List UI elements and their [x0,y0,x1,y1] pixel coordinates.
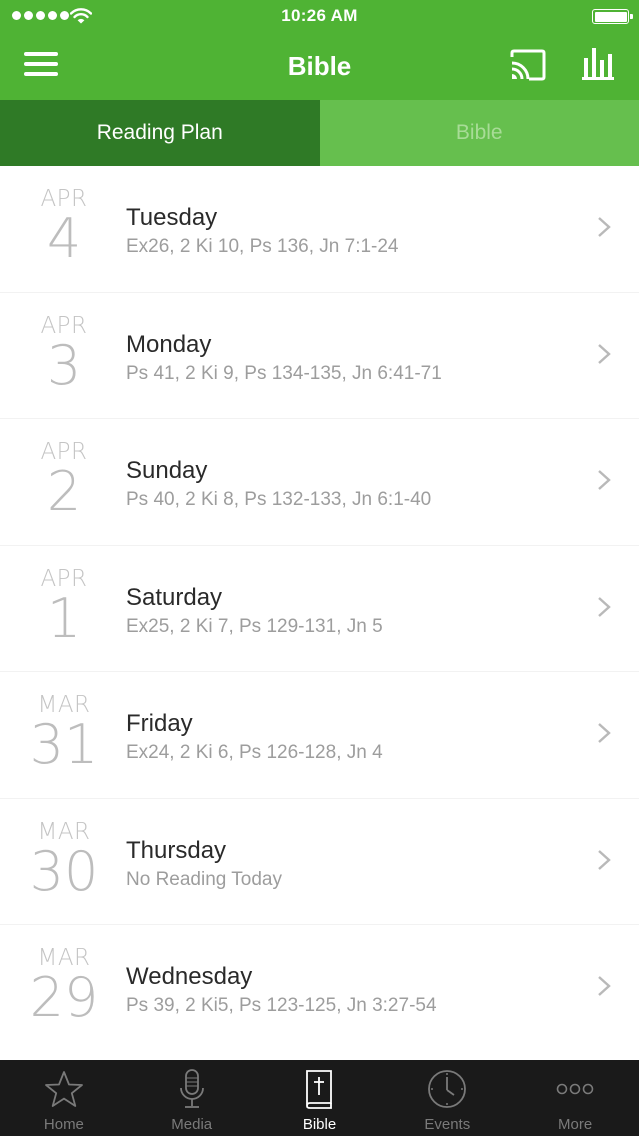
tabbar-media[interactable]: Media [128,1060,256,1136]
date-day: 3 [46,333,82,397]
date-block: APR 1 [24,566,104,646]
navigation-bar: Bible [0,34,639,100]
weekday-label: Friday [126,710,193,737]
readings-text: Ps 39, 2 Ki5, Ps 123-125, Jn 3:27-54 [126,995,437,1016]
readings-text: No Reading Today [126,868,282,890]
reading-plan-list: APR 4 Tuesday Ex26, 2 Ki 10, Ps 136, Jn … [0,166,639,1052]
date-day: 2 [46,460,82,523]
tabbar-label: Media [171,1116,213,1133]
more-icon [556,1083,594,1095]
tabbar-home[interactable]: Home [0,1060,128,1136]
date-day: 1 [46,586,82,650]
weekday-label: Sunday [126,457,208,484]
date-block: APR 3 [24,313,104,393]
date-block: MAR 30 [24,819,104,899]
bar-chart-icon[interactable] [581,46,615,82]
tabbar-more[interactable]: More [511,1060,639,1136]
chevron-right-icon [598,217,611,237]
date-block: APR 2 [24,439,104,519]
bible-icon [306,1070,333,1109]
readings-text: Ps 40, 2 Ki 8, Ps 132-133, Jn 6:1-40 [126,489,432,510]
bottom-tab-bar: Home Media Bible Events More [0,1060,639,1136]
cast-icon[interactable] [508,48,548,82]
star-icon [44,1071,83,1107]
weekday-label: Wednesday [126,963,253,990]
status-time: 10:26 AM [281,6,358,25]
chevron-right-icon [598,596,611,617]
readings-text: Ex25, 2 Ki 7, Ps 129-131, Jn 5 [126,615,383,637]
reading-plan-row[interactable]: MAR 29 Wednesday Ps 39, 2 Ki5, Ps 123-12… [0,925,639,1052]
reading-plan-row[interactable]: APR 1 Saturday Ex25, 2 Ki 7, Ps 129-131,… [0,545,639,672]
chevron-right-icon [598,723,611,743]
tabbar-label: More [557,1116,593,1133]
reading-plan-row[interactable]: APR 4 Tuesday Ex26, 2 Ki 10, Ps 136, Jn … [0,166,639,293]
tabbar-bible[interactable]: Bible [256,1060,384,1136]
date-day: 29 [29,966,99,1029]
app-header: 10:26 AM Bible [0,0,639,100]
tabbar-label: Events [424,1116,471,1133]
weekday-label: Tuesday [126,204,218,231]
date-block: MAR 31 [24,692,104,772]
reading-plan-row[interactable]: APR 2 Sunday Ps 40, 2 Ki 8, Ps 132-133, … [0,419,639,546]
chevron-right-icon [598,976,611,996]
date-day: 4 [46,207,82,270]
weekday-label: Thursday [126,836,227,864]
tabbar-label: Home [43,1116,84,1133]
chevron-right-icon [598,849,611,870]
segmented-tabs: Reading Plan Bible [0,100,639,166]
reading-plan-row[interactable]: MAR 31 Friday Ex24, 2 Ki 6, Ps 126-128, … [0,672,639,799]
readings-text: Ex26, 2 Ki 10, Ps 136, Jn 7:1-24 [126,236,399,257]
tabbar-label: Bible [302,1116,337,1133]
microphone-icon [179,1069,204,1108]
tab-bible[interactable]: Bible [319,100,639,166]
weekday-label: Monday [126,330,212,358]
date-block: APR 4 [24,186,104,266]
date-day: 31 [29,713,99,776]
clock-icon [428,1070,467,1108]
chevron-right-icon [598,470,611,490]
date-day: 30 [29,839,99,903]
reading-plan-row[interactable]: MAR 30 Thursday No Reading Today [0,798,639,925]
readings-text: Ps 41, 2 Ki 9, Ps 134-135, Jn 6:41-71 [126,362,442,384]
reading-plan-row[interactable]: APR 3 Monday Ps 41, 2 Ki 9, Ps 134-135, … [0,292,639,419]
chevron-right-icon [598,343,611,364]
status-bar: 10:26 AM [0,0,639,34]
weekday-label: Saturday [126,583,223,611]
battery-icon [592,9,633,24]
tab-reading-plan[interactable]: Reading Plan [0,100,320,166]
date-block: MAR 29 [24,945,104,1025]
tabbar-events[interactable]: Events [383,1060,511,1136]
readings-text: Ex24, 2 Ki 6, Ps 126-128, Jn 4 [126,742,383,763]
